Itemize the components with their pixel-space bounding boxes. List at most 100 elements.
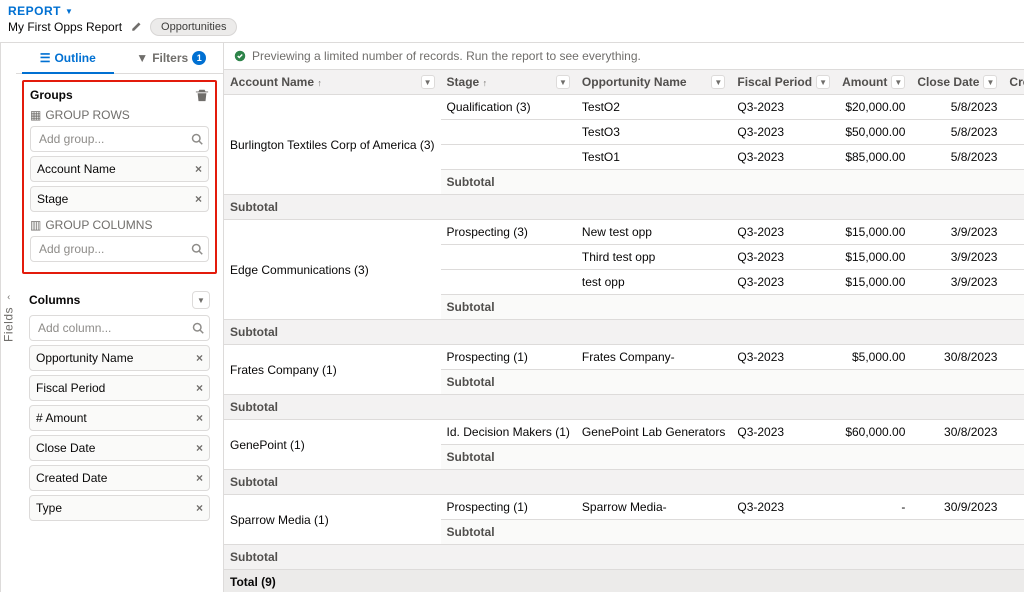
account-subtotal-row: Subtotal (224, 545, 1024, 570)
trash-icon[interactable] (195, 88, 209, 102)
column-pill[interactable]: # Amount × (29, 405, 210, 431)
remove-icon[interactable]: × (195, 162, 202, 176)
total-row: Total (9) (224, 570, 1024, 593)
account-subtotal-row: Subtotal (224, 395, 1024, 420)
remove-icon[interactable]: × (196, 381, 203, 395)
cell-amount: - (836, 495, 911, 520)
filter-count-badge: 1 (192, 51, 206, 65)
column-pill[interactable]: Type × (29, 495, 210, 521)
col-cd[interactable]: Close Date ▼ (911, 70, 1003, 95)
column-pill[interactable]: Created Date × (29, 465, 210, 491)
cell-created: 3/8/2023 (1003, 345, 1024, 370)
report-type-label[interactable]: REPORT ▼ (8, 4, 1016, 18)
cell-close: 3/9/2023 (911, 270, 1003, 295)
group-row-pill[interactable]: Account Name× (30, 156, 209, 182)
add-group-columns-input[interactable] (30, 236, 209, 262)
cell-opp: test opp (576, 270, 731, 295)
remove-icon[interactable]: × (196, 471, 203, 485)
report-title: My First Opps Report (8, 20, 122, 34)
add-column-input[interactable] (29, 315, 210, 341)
col-amt[interactable]: Amount ▼ (836, 70, 911, 95)
cell-fp: Q3-2023 (731, 120, 836, 145)
cell-created: 4/8/2023 (1003, 270, 1024, 295)
cell-stage: Prospecting (1) (441, 345, 576, 370)
remove-icon[interactable]: × (196, 441, 203, 455)
account-subtotal-row: Subtotal (224, 470, 1024, 495)
remove-icon[interactable]: × (196, 501, 203, 515)
filter-icon: ▼ (136, 51, 148, 65)
remove-icon[interactable]: × (196, 411, 203, 425)
cell-created: 5/8/2023 (1003, 145, 1024, 170)
report-object-chip[interactable]: Opportunities (150, 18, 237, 36)
group-row-pill[interactable]: Stage × (30, 186, 209, 212)
cell-close: 3/9/2023 (911, 245, 1003, 270)
pencil-icon[interactable] (130, 21, 142, 33)
table-row: Burlington Textiles Corp of America (3)Q… (224, 95, 1024, 120)
cell-opp: TestO1 (576, 145, 731, 170)
page-header: REPORT ▼ My First Opps Report Opportunit… (0, 0, 1024, 43)
cell-close: 5/8/2023 (911, 120, 1003, 145)
col-stage[interactable]: Stage ↑▼ (441, 70, 576, 95)
cell-close: 30/8/2023 (911, 345, 1003, 370)
cell-created: 4/8/2023 (1003, 220, 1024, 245)
col-opp[interactable]: Opportunity Name ▼ (576, 70, 731, 95)
cell-opp: Third test opp (576, 245, 731, 270)
column-pill[interactable]: Fiscal Period × (29, 375, 210, 401)
pill-label: Fiscal Period (36, 381, 105, 395)
remove-icon[interactable]: × (196, 351, 203, 365)
cell-created: 4/8/2023 (1003, 245, 1024, 270)
table-row: Sparrow Media (1)Prospecting (1)Sparrow … (224, 495, 1024, 520)
report-preview: Previewing a limited number of records. … (224, 43, 1024, 592)
cell-created: 5/8/2023 (1003, 95, 1024, 120)
cell-opp: TestO2 (576, 95, 731, 120)
pill-label: Stage (37, 192, 68, 206)
rows-icon: ▦ (30, 108, 41, 122)
col-acc[interactable]: Account Name ↑▼ (224, 70, 441, 95)
list-icon: ☰ (40, 51, 51, 65)
tab-filters-label: Filters (152, 51, 188, 65)
column-pill[interactable]: Close Date × (29, 435, 210, 461)
outline-panel: ☰ Outline ▼ Filters 1 Groups ▦ GROUP ROW… (16, 43, 224, 592)
cell-amount: $15,000.00 (836, 245, 911, 270)
table-row: Frates Company (1)Prospecting (1)Frates … (224, 345, 1024, 370)
column-pill[interactable]: Opportunity Name× (29, 345, 210, 371)
cell-account: Sparrow Media (1) (224, 495, 441, 545)
add-group-rows-input[interactable] (30, 126, 209, 152)
columns-menu-button[interactable]: ▼ (192, 291, 210, 309)
col-fp[interactable]: Fiscal Period ▼ (731, 70, 836, 95)
pill-label: Close Date (36, 441, 95, 455)
pill-label: Created Date (36, 471, 107, 485)
cell-stage: Id. Decision Makers (1) (441, 420, 576, 445)
cell-account: Edge Communications (3) (224, 220, 441, 320)
column-menu-icon[interactable]: ▼ (421, 75, 435, 89)
cell-fp: Q3-2023 (731, 145, 836, 170)
pill-label: # Amount (36, 411, 87, 425)
tab-filters[interactable]: ▼ Filters 1 (120, 43, 224, 73)
cell-opp: New test opp (576, 220, 731, 245)
column-menu-icon[interactable]: ▼ (983, 75, 997, 89)
column-menu-icon[interactable]: ▼ (891, 75, 905, 89)
columns-title: Columns (29, 293, 80, 307)
remove-icon[interactable]: × (195, 192, 202, 206)
report-type-text: REPORT (8, 4, 61, 18)
tab-outline[interactable]: ☰ Outline (16, 43, 120, 73)
cell-amount: $5,000.00 (836, 345, 911, 370)
group-rows-label: ▦ GROUP ROWS (30, 108, 209, 122)
cell-fp: Q3-2023 (731, 95, 836, 120)
pill-label: Type (36, 501, 62, 515)
cell-amount: $85,000.00 (836, 145, 911, 170)
cell-stage: Prospecting (3) (441, 220, 576, 245)
cell-close: 5/8/2023 (911, 95, 1003, 120)
col-crd[interactable]: Created Date ▼ (1003, 70, 1024, 95)
cell-account: Burlington Textiles Corp of America (3) (224, 95, 441, 195)
cell-created: 5/8/2023 (1003, 120, 1024, 145)
columns-icon: ▥ (30, 218, 41, 232)
column-menu-icon[interactable]: ▼ (711, 75, 725, 89)
fields-sidebar-toggle[interactable]: Fields › (0, 43, 16, 592)
column-menu-icon[interactable]: ▼ (816, 75, 830, 89)
check-circle-icon (234, 50, 246, 62)
chevron-right-icon: › (7, 293, 11, 303)
column-menu-icon[interactable]: ▼ (556, 75, 570, 89)
cell-close: 30/8/2023 (911, 420, 1003, 445)
cell-amount: $15,000.00 (836, 220, 911, 245)
